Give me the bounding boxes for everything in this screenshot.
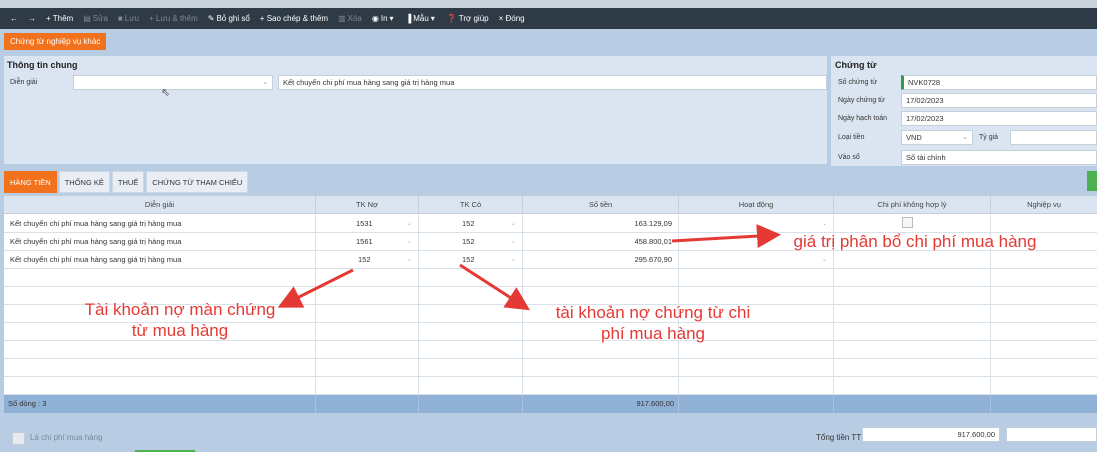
annotation-debit-cost: tài khoản nợ chứng từ chi phí mua hàng <box>555 303 751 343</box>
arrow-to-debit-purchase <box>277 268 354 308</box>
arrow-to-debit-cost <box>459 263 531 311</box>
annotation-allocated-value: giá trị phân bổ chi phí mua hàng <box>793 232 1037 251</box>
arrow-to-allocated <box>671 224 781 249</box>
annotation-debit-purchase: Tài khoản nợ màn chứng từ mua hàng <box>84 300 276 340</box>
annotation-arrows <box>277 224 781 311</box>
